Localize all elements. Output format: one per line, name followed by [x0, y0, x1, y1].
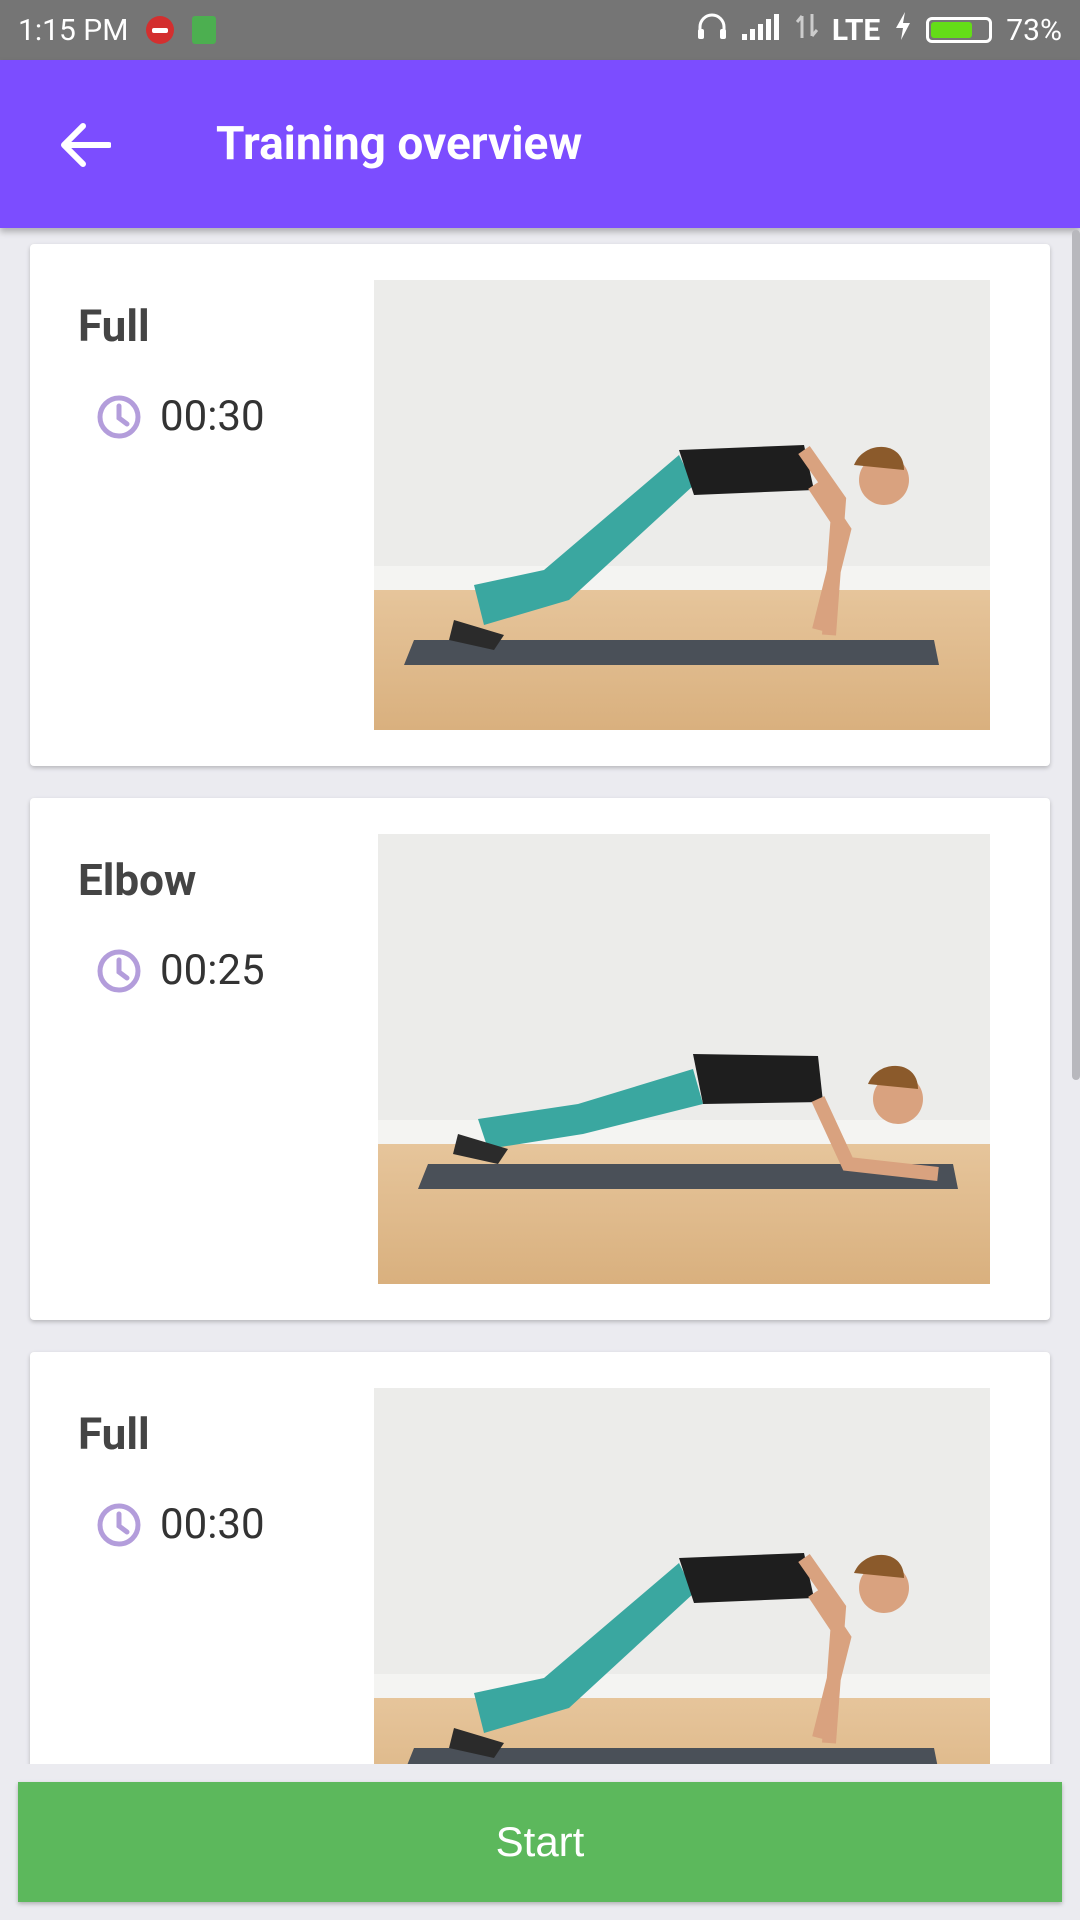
- app-bar: Training overview: [0, 60, 1080, 228]
- recording-notification-icon: [146, 16, 175, 44]
- back-button[interactable]: [50, 110, 120, 180]
- exercise-card[interactable]: Full 00:30: [30, 1352, 1050, 1764]
- exercise-card[interactable]: Elbow 00:25: [30, 798, 1050, 1320]
- exercise-list[interactable]: Full 00:30 Elbow 00:25 Full 00:30: [0, 228, 1080, 1764]
- status-bar: 1:15 PM LTE 73%: [0, 0, 1080, 60]
- headphones-icon: [696, 11, 728, 49]
- clock-icon: [97, 395, 141, 438]
- exercise-card[interactable]: Full 00:30: [30, 244, 1050, 766]
- exercise-duration: 00:30: [96, 1500, 265, 1549]
- scrollbar[interactable]: [1072, 230, 1080, 1080]
- data-arrows-icon: [795, 12, 819, 48]
- start-button[interactable]: Start: [18, 1782, 1062, 1902]
- clock-icon: [97, 949, 141, 992]
- exercise-name: Full: [78, 300, 150, 352]
- clock-icon: [97, 1503, 141, 1546]
- exercise-duration: 00:30: [96, 392, 265, 441]
- signal-icon: [741, 13, 782, 48]
- exercise-duration: 00:25: [96, 946, 265, 995]
- battery-percent: 73%: [1006, 12, 1062, 48]
- charging-icon: [894, 12, 912, 48]
- network-type: LTE: [831, 12, 881, 48]
- battery-icon: [926, 17, 993, 43]
- exercise-name: Elbow: [78, 854, 197, 906]
- duration-text: 00:25: [160, 946, 265, 995]
- page-title: Training overview: [216, 117, 583, 171]
- exercise-photo: [378, 834, 994, 1284]
- duration-text: 00:30: [160, 392, 265, 441]
- arrow-left-icon: [61, 123, 111, 167]
- duration-text: 00:30: [160, 1500, 265, 1549]
- exercise-photo: [374, 1388, 990, 1764]
- app-notification-icon: [192, 16, 217, 44]
- exercise-photo: [374, 280, 990, 730]
- exercise-name: Full: [78, 1408, 150, 1460]
- status-time: 1:15 PM: [18, 12, 129, 48]
